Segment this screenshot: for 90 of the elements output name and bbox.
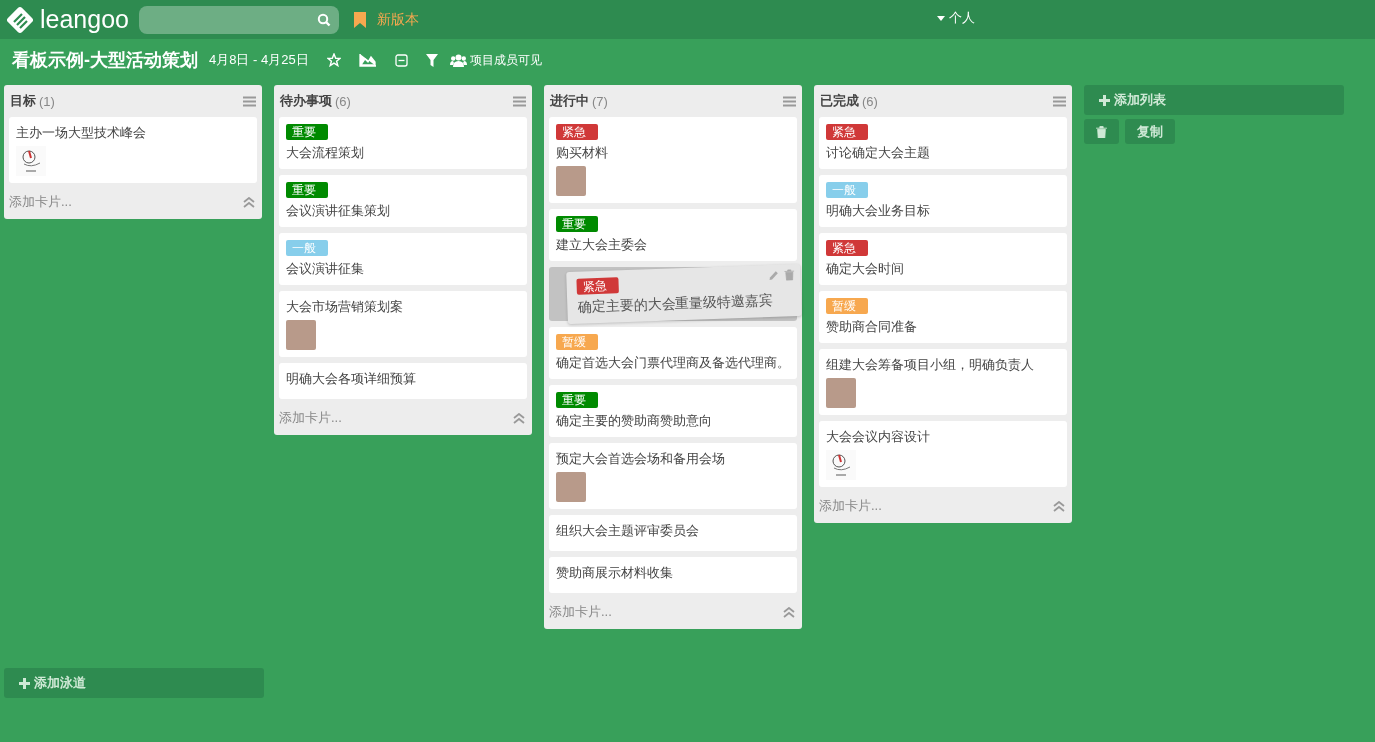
board-dates: 4月8日 - 4月25日 (209, 51, 309, 69)
task-card[interactable]: 一般 明确大会业务目标 (819, 175, 1067, 227)
task-card[interactable]: 主办一场大型技术峰会 (9, 117, 257, 183)
avatar-photo-placeholder (556, 472, 586, 502)
list-title: 目标 (10, 92, 36, 110)
task-card[interactable]: 大会会议内容设计 (819, 421, 1067, 487)
card-label: 重要 (286, 182, 328, 198)
plus-icon (19, 677, 30, 689)
list-count: (6) (335, 93, 351, 109)
card-label: 暂缓 (826, 298, 868, 314)
card-text: 主办一场大型技术峰会 (16, 124, 146, 142)
search-field[interactable] (139, 5, 339, 34)
task-card[interactable]: 明确大会各项详细预算 (279, 363, 527, 399)
bookmark-icon (353, 10, 367, 29)
task-card[interactable]: 一般 会议演讲征集 (279, 233, 527, 285)
chart-icon[interactable] (358, 53, 377, 67)
task-card[interactable]: 重要 建立大会主委会 (549, 209, 797, 261)
task-card[interactable]: 紧急 购买材料 (549, 117, 797, 203)
card-text: 确定首选大会门票代理商及备选代理商。 (556, 354, 790, 372)
task-card[interactable]: 组建大会筹备项目小组，明确负责人 (819, 349, 1067, 415)
avatar-photo-placeholder (556, 166, 586, 196)
task-card[interactable]: 暂缓 赞助商合同准备 (819, 291, 1067, 343)
pencil-icon[interactable] (768, 269, 780, 282)
card-text: 确定大会时间 (826, 260, 904, 278)
list-count: (6) (862, 93, 878, 109)
card-text: 组织大会主题评审委员会 (556, 522, 699, 540)
panel-icon[interactable] (394, 53, 408, 67)
dragged-card[interactable]: 紧急 确定主要的大会重量级特邀嘉宾 (566, 263, 802, 325)
avatar-photo-placeholder (286, 320, 316, 350)
card-label: 重要 (556, 216, 598, 232)
board-title: 看板示例-大型活动策划 (12, 49, 198, 72)
card-text: 组建大会筹备项目小组，明确负责人 (826, 356, 1034, 374)
task-card[interactable]: 赞助商展示材料收集 (549, 557, 797, 593)
filter-icon[interactable] (425, 53, 438, 67)
collapse-icon[interactable] (243, 196, 255, 208)
card-label: 紧急 (556, 124, 598, 140)
card-label: 紧急 (826, 124, 868, 140)
users-icon (449, 53, 467, 67)
search-icon (317, 12, 331, 27)
collapse-icon[interactable] (513, 412, 525, 424)
card-text: 确定主要的赞助商赞助意向 (556, 412, 712, 430)
trash-icon[interactable] (784, 269, 795, 281)
delete-button[interactable] (1084, 119, 1119, 144)
card-label: 一般 (826, 182, 868, 198)
collapse-icon[interactable] (1053, 500, 1065, 512)
card-label: 紧急 (826, 240, 868, 256)
plus-icon (1099, 94, 1110, 106)
card-text: 预定大会首选会场和备用会场 (556, 450, 725, 468)
card-text: 明确大会各项详细预算 (286, 370, 416, 388)
trash-icon (1096, 125, 1107, 138)
card-text: 赞助商展示材料收集 (556, 564, 673, 582)
list-count: (7) (592, 93, 608, 109)
card-text: 大会会议内容设计 (826, 428, 930, 446)
card-text: 明确大会业务目标 (826, 202, 930, 220)
task-card[interactable]: 紧急 确定大会时间 (819, 233, 1067, 285)
caret-icon (937, 15, 945, 21)
menu-icon[interactable] (1053, 95, 1066, 107)
task-card[interactable]: 紧急 讨论确定大会主题 (819, 117, 1067, 169)
task-card[interactable]: 预定大会首选会场和备用会场 (549, 443, 797, 509)
card-text: 赞助商合同准备 (826, 318, 917, 336)
list-title: 已完成 (820, 92, 859, 110)
card-text: 大会流程策划 (286, 144, 364, 162)
card-text: 会议演讲征集策划 (286, 202, 390, 220)
card-text: 讨论确定大会主题 (826, 144, 930, 162)
user-menu[interactable]: 个人 (937, 9, 975, 27)
card-text: 建立大会主委会 (556, 236, 647, 254)
card-label: 重要 (286, 124, 328, 140)
task-card[interactable]: 重要 确定主要的赞助商赞助意向 (549, 385, 797, 437)
card-text: 会议演讲征集 (286, 260, 364, 278)
menu-icon[interactable] (783, 95, 796, 107)
collapse-icon[interactable] (783, 606, 795, 618)
list-title: 待办事项 (280, 92, 332, 110)
list-title: 进行中 (550, 92, 589, 110)
card-label: 一般 (286, 240, 328, 256)
card-label: 重要 (556, 392, 598, 408)
card-text: 大会市场营销策划案 (286, 298, 403, 316)
card-label: 紧急 (576, 277, 619, 295)
task-card[interactable]: 组织大会主题评审委员会 (549, 515, 797, 551)
card-text: 购买材料 (556, 144, 608, 162)
list-count: (1) (39, 93, 55, 109)
task-card[interactable]: 暂缓 确定首选大会门票代理商及备选代理商。 (549, 327, 797, 379)
card-label: 暂缓 (556, 334, 598, 350)
avatar-photo-placeholder (826, 378, 856, 408)
menu-icon[interactable] (243, 95, 256, 107)
task-card[interactable]: 重要 大会流程策划 (279, 117, 527, 169)
logo-text: leangoo (40, 5, 129, 34)
task-card[interactable]: 大会市场营销策划案 (279, 291, 527, 357)
task-card[interactable]: 重要 会议演讲征集策划 (279, 175, 527, 227)
star-icon[interactable] (326, 53, 341, 67)
menu-icon[interactable] (513, 95, 526, 107)
